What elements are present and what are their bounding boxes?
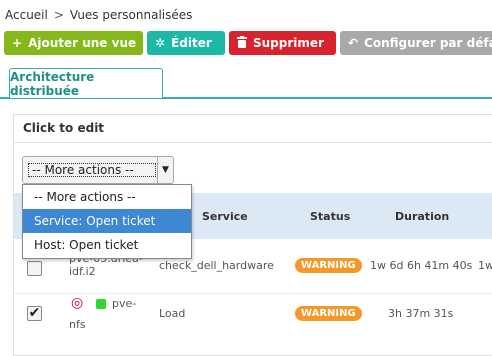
more-actions-selected-value: -- More actions -- xyxy=(28,163,156,177)
service-name[interactable]: Load xyxy=(159,307,185,320)
chevron-down-icon[interactable]: ▼ xyxy=(157,157,173,183)
extra-value: 1w xyxy=(478,259,492,272)
trash-icon xyxy=(237,35,247,51)
duration-value: 1w 6d 6h 41m 40s xyxy=(370,259,473,272)
breadcrumb-home-link[interactable]: Accueil xyxy=(5,8,48,22)
breadcrumb-separator: > xyxy=(53,8,64,22)
breadcrumb: Accueil > Vues personnalisées xyxy=(5,8,192,22)
add-view-label: Ajouter une vue xyxy=(28,36,137,50)
option-more-actions[interactable]: -- More actions -- xyxy=(23,185,191,209)
row-checkbox-checked[interactable]: ✔ xyxy=(27,306,42,321)
option-host-open-ticket[interactable]: Host: Open ticket xyxy=(23,233,191,257)
tab-label: Architecture distribuée xyxy=(10,69,95,98)
column-header-status[interactable]: Status xyxy=(310,210,350,223)
delete-label: Supprimer xyxy=(253,36,324,50)
edit-label: Éditer xyxy=(171,36,212,50)
panel-divider xyxy=(14,142,492,143)
host-name-line1[interactable]: pve- xyxy=(112,297,136,310)
gear-icon: ✲ xyxy=(155,36,166,50)
configure-default-button[interactable]: ↶ Configurer par défau xyxy=(340,31,492,55)
table-row[interactable]: ✔ ◎ pve- nfs Load WARNING 3h 37m 31s xyxy=(14,293,492,339)
host-status-indicator xyxy=(96,299,106,309)
configure-default-label: Configurer par défau xyxy=(364,36,492,50)
undo-icon: ↶ xyxy=(348,36,359,50)
more-actions-dropdown: -- More actions -- Service: Open ticket … xyxy=(22,184,192,259)
host-name-line2[interactable]: nfs xyxy=(69,318,86,331)
status-badge: WARNING xyxy=(295,306,362,321)
debian-icon: ◎ xyxy=(71,295,84,311)
tab-architecture-distribuee[interactable]: Architecture distribuée xyxy=(9,68,163,98)
add-view-button[interactable]: + Ajouter une vue xyxy=(4,31,143,55)
service-name[interactable]: check_dell_hardware xyxy=(159,259,274,272)
column-header-service[interactable]: Service xyxy=(202,210,248,223)
more-actions-select[interactable]: -- More actions -- ▼ xyxy=(22,156,174,184)
delete-button[interactable]: Supprimer xyxy=(229,31,336,55)
edit-button[interactable]: ✲ Éditer xyxy=(147,31,225,55)
breadcrumb-current: Vues personnalisées xyxy=(69,8,193,22)
row-checkbox[interactable] xyxy=(27,261,42,276)
status-badge: WARNING xyxy=(295,258,362,273)
panel-title[interactable]: Click to edit xyxy=(23,121,104,135)
column-header-duration[interactable]: Duration xyxy=(395,210,449,223)
plus-icon: + xyxy=(12,36,23,50)
host-name-line2[interactable]: idf.i2 xyxy=(69,265,96,278)
toolbar: + Ajouter une vue ✲ Éditer Supprimer ↶ C… xyxy=(4,31,492,55)
option-service-open-ticket[interactable]: Service: Open ticket xyxy=(23,209,191,233)
duration-value: 3h 37m 31s xyxy=(388,307,454,320)
